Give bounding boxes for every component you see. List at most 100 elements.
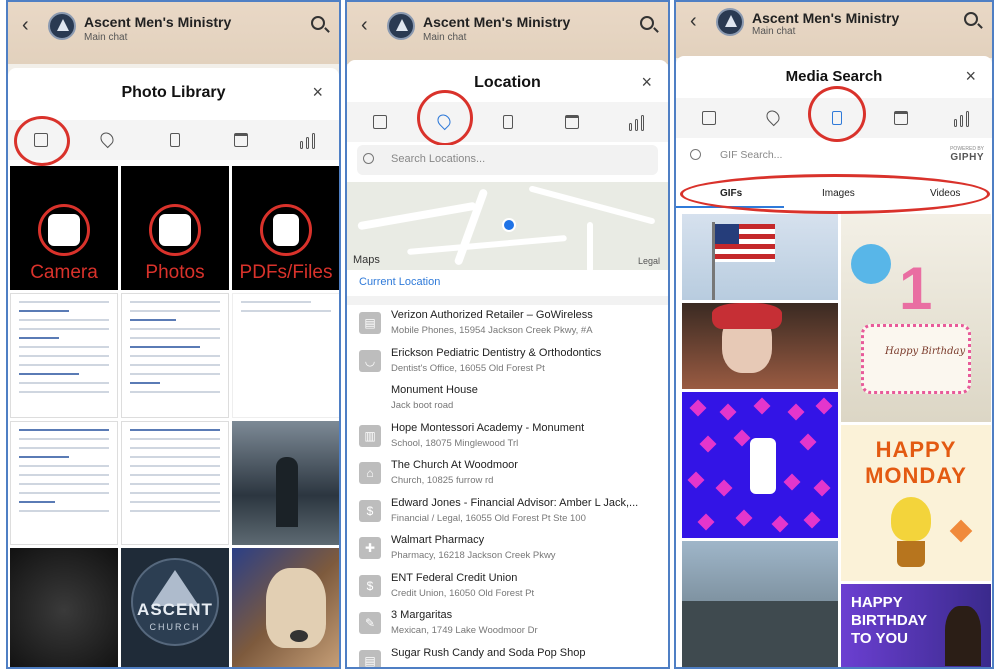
tab-media-search[interactable] xyxy=(164,129,186,151)
food-icon: ✎ xyxy=(359,612,381,634)
current-location-link[interactable]: Current Location xyxy=(359,276,440,288)
tooth-icon: ◡ xyxy=(359,349,381,372)
photo-thumbnail[interactable] xyxy=(121,421,229,545)
chat-title: Ascent Men's Ministry xyxy=(423,14,571,30)
tab-location[interactable] xyxy=(96,129,118,151)
back-icon[interactable]: ‹ xyxy=(361,14,368,37)
sheet-title: Media Search xyxy=(785,68,883,85)
map-view[interactable]: Maps Legal xyxy=(347,182,668,270)
legal-link[interactable]: Legal xyxy=(638,256,660,266)
place-row[interactable]: ◡ Erickson Pediatric Dentistry & Orthodon… xyxy=(347,344,668,382)
happy-text: HAPPY xyxy=(875,437,957,462)
photo-thumbnail[interactable] xyxy=(10,421,118,545)
logo-word: ASCENT xyxy=(137,600,213,619)
gif-thumbnail[interactable]: 1 Happy Birthday xyxy=(841,214,991,422)
gif-thumbnail[interactable]: HAPPY MONDAY xyxy=(841,425,991,581)
photo-thumbnail[interactable] xyxy=(10,293,118,418)
place-row[interactable]: ⌂ The Church At Woodmoor Church, 10825 fur… xyxy=(347,456,668,494)
back-icon[interactable]: ‹ xyxy=(690,10,697,33)
place-row[interactable]: ✎ 3 Margaritas Mexican, 1749 Lake Woodmoor… xyxy=(347,606,668,644)
group-avatar xyxy=(716,8,744,36)
search-icon[interactable] xyxy=(640,16,654,30)
place-detail: Pharmacy, 16218 Jackson Creek Pkwy xyxy=(391,550,556,561)
group-avatar xyxy=(48,12,76,40)
tab-photo-library[interactable] xyxy=(369,111,391,133)
gif-thumbnail[interactable] xyxy=(682,303,838,389)
tab-media-search[interactable] xyxy=(497,111,519,133)
chat-header: ‹ Ascent Men's Ministry Main chat xyxy=(347,2,668,64)
figure-hair xyxy=(712,303,782,329)
close-icon[interactable]: × xyxy=(312,82,323,103)
bday-line1: HAPPY xyxy=(851,594,903,611)
search-icon[interactable] xyxy=(964,12,978,26)
tab-calendar[interactable] xyxy=(890,107,912,129)
location-search-input[interactable]: Search Locations... xyxy=(357,145,658,175)
tab-calendar[interactable] xyxy=(230,129,252,151)
heart xyxy=(813,479,831,497)
gif-thumbnail[interactable] xyxy=(682,541,838,667)
highlight-circle xyxy=(14,116,70,166)
close-icon[interactable]: × xyxy=(965,66,976,87)
gif-thumbnail[interactable]: HAPPY BIRTHDAY TO YOU xyxy=(841,584,991,667)
place-row[interactable]: ▤ Sugar Rush Candy and Soda Pop Shop xyxy=(347,644,668,667)
place-name: 3 Margaritas xyxy=(391,609,453,621)
place-row[interactable]: $ Edward Jones - Financial Advisor: Amber… xyxy=(347,494,668,532)
place-name: Monument House xyxy=(391,384,478,396)
photo-thumbnail[interactable] xyxy=(232,293,339,418)
photo-thumbnail[interactable]: ASCENT CHURCH xyxy=(121,548,229,667)
place-detail: Mobile Phones, 15954 Jackson Creek Pkwy,… xyxy=(391,325,593,336)
back-icon[interactable]: ‹ xyxy=(22,14,29,37)
poll-icon xyxy=(629,115,645,131)
dollar-icon: $ xyxy=(359,499,381,522)
media-search-icon xyxy=(170,133,180,147)
camera-button[interactable]: Camera xyxy=(10,166,118,290)
place-detail: Dentist's Office, 16055 Old Forest Pt xyxy=(391,362,545,374)
heart xyxy=(753,397,771,415)
gif-search-input[interactable]: GIF Search... POWERED BY GIPHY xyxy=(676,140,992,172)
gif-thumbnail[interactable] xyxy=(682,392,838,538)
chat-subtitle: Main chat xyxy=(752,26,796,37)
photos-button[interactable]: Photos xyxy=(121,166,229,290)
photo-thumbnail[interactable] xyxy=(121,293,229,418)
place-name: Walmart Pharmacy xyxy=(391,534,485,546)
search-icon[interactable] xyxy=(311,16,325,30)
heart xyxy=(733,429,751,447)
close-icon[interactable]: × xyxy=(641,72,652,93)
pot xyxy=(897,541,925,567)
files-label: PDFs/Files xyxy=(239,262,333,283)
heart xyxy=(699,435,717,453)
tab-calendar[interactable] xyxy=(561,111,583,133)
character xyxy=(891,497,931,541)
heart xyxy=(771,515,789,533)
search-icon xyxy=(690,149,701,160)
chat-title: Ascent Men's Ministry xyxy=(752,10,900,26)
gif-thumbnail[interactable] xyxy=(682,214,838,300)
photo-thumbnail[interactable] xyxy=(10,548,118,667)
person xyxy=(945,606,981,666)
divider xyxy=(347,296,668,305)
heart xyxy=(803,511,821,529)
place-row[interactable]: ✚ Walmart Pharmacy Pharmacy, 16218 Jackson… xyxy=(347,531,668,569)
place-detail: Jack boot road xyxy=(391,400,454,411)
place-row[interactable]: ▥ Hope Montessori Academy - Monument Schoo… xyxy=(347,419,668,457)
files-button[interactable]: PDFs/Files xyxy=(232,166,339,290)
place-row[interactable]: Monument House Jack boot road xyxy=(347,381,668,419)
tab-poll[interactable] xyxy=(296,129,318,151)
place-row[interactable]: $ ENT Federal Credit Union Credit Union, 1… xyxy=(347,569,668,607)
calendar-icon xyxy=(894,111,908,125)
photo-thumbnail[interactable] xyxy=(232,548,339,667)
place-name: Erickson Pediatric Dentistry & Orthodont… xyxy=(391,346,602,359)
tab-location[interactable] xyxy=(762,107,784,129)
place-name: Hope Montessori Academy - Monument xyxy=(391,421,585,434)
media-search-screen: ‹ Ascent Men's Ministry Main chat Media … xyxy=(674,0,994,669)
photo-thumbnail[interactable] xyxy=(232,421,339,545)
tab-poll[interactable] xyxy=(625,111,647,133)
tab-photo-library[interactable] xyxy=(698,107,720,129)
location-pin-icon xyxy=(97,129,117,149)
heart xyxy=(697,513,715,531)
tab-poll[interactable] xyxy=(950,107,972,129)
map-road xyxy=(407,235,567,255)
place-detail: Church, 10825 furrow rd xyxy=(391,475,494,486)
store-icon: ▤ xyxy=(359,312,381,334)
place-row[interactable]: ▤ Verizon Authorized Retailer – GoWireles… xyxy=(347,306,668,344)
